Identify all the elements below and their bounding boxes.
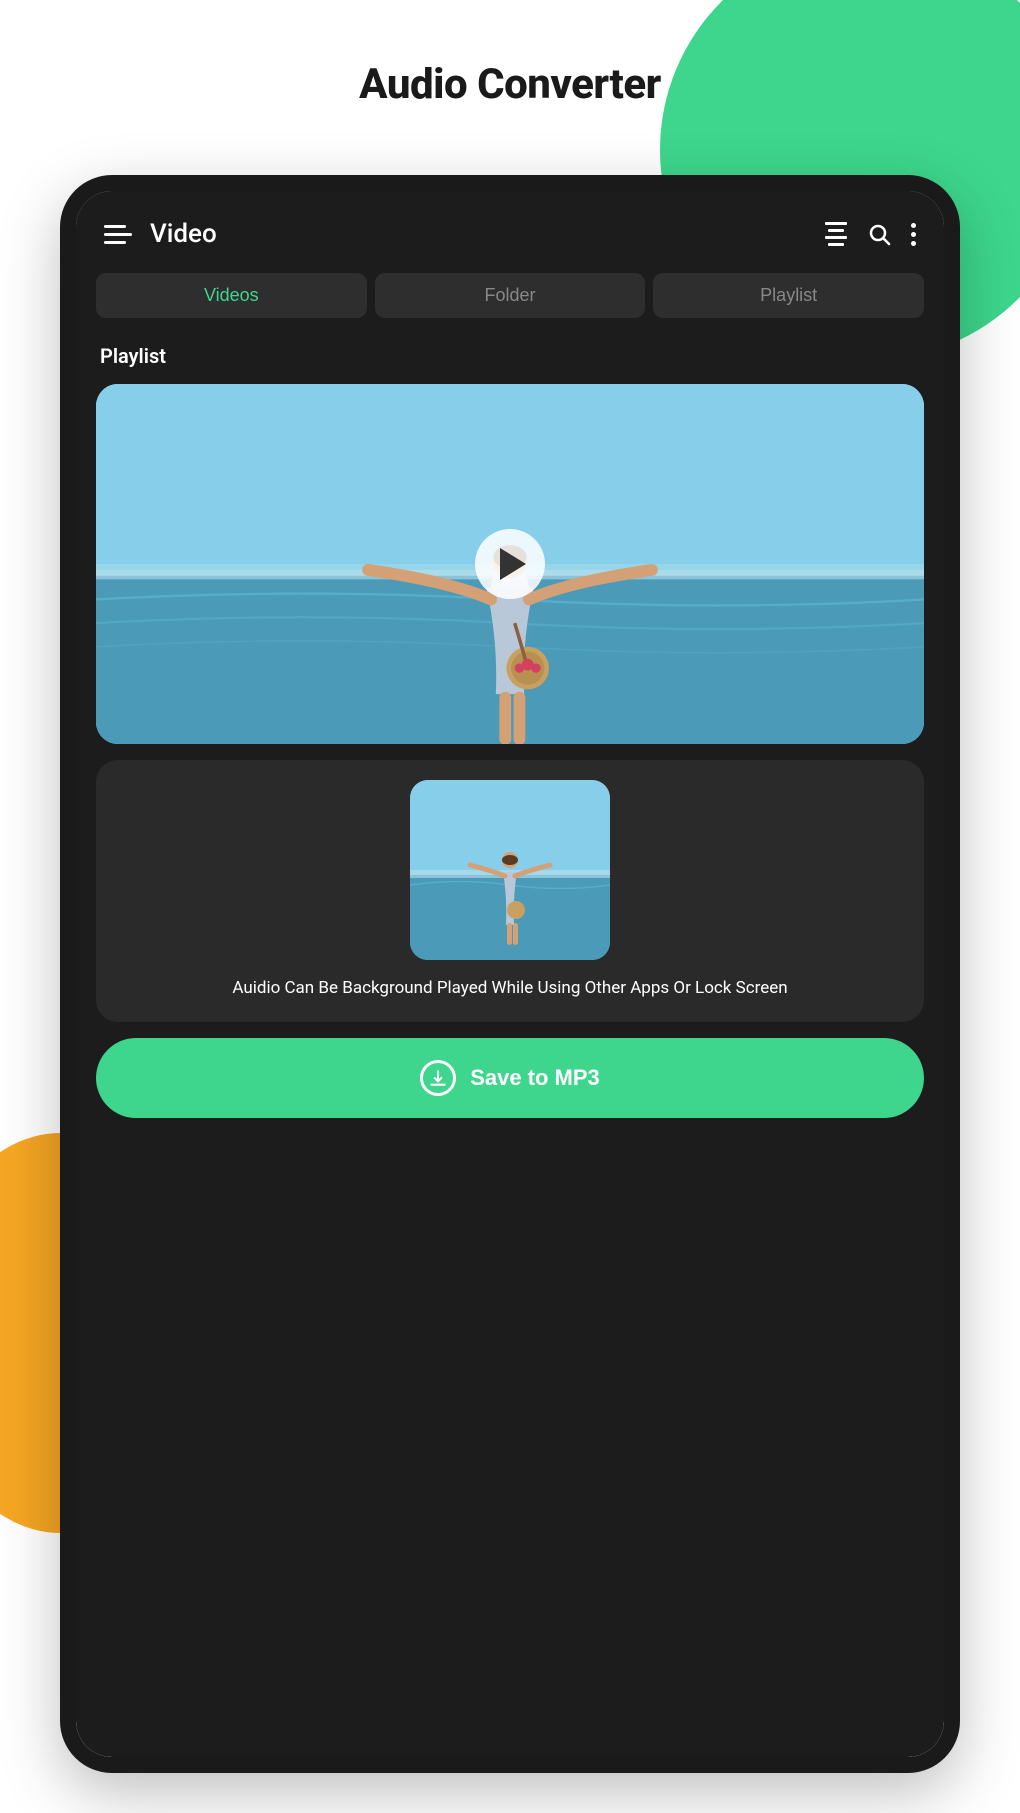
page-title: Audio Converter [0, 60, 1020, 109]
sort-icon[interactable] [825, 222, 847, 246]
more-options-icon[interactable] [911, 223, 916, 246]
search-icon[interactable] [867, 222, 891, 246]
app-title: Video [150, 219, 217, 249]
main-video-thumbnail [96, 384, 924, 744]
tabs-container: Videos Folder Playlist [76, 265, 944, 334]
tab-playlist[interactable]: Playlist [653, 273, 924, 318]
save-to-mp3-button[interactable]: Save to MP3 [96, 1038, 924, 1118]
phone-inner: Video [76, 191, 944, 1757]
section-label: Playlist [76, 334, 944, 384]
tab-videos[interactable]: Videos [96, 273, 367, 318]
save-btn-container: Save to MP3 [76, 1022, 944, 1142]
tab-folder[interactable]: Folder [375, 273, 646, 318]
top-bar: Video [76, 191, 944, 265]
play-button[interactable] [475, 529, 545, 599]
main-video-container[interactable] [96, 384, 924, 744]
second-video-thumbnail[interactable] [410, 780, 610, 960]
top-bar-right [825, 222, 916, 246]
hamburger-menu-icon[interactable] [104, 225, 132, 244]
second-video-description: Auidio Can Be Background Played While Us… [222, 976, 797, 1002]
second-video-section: Auidio Can Be Background Played While Us… [96, 760, 924, 1022]
app-screen: Video [76, 191, 944, 1757]
phone-frame: Video [60, 175, 960, 1773]
save-button-label: Save to MP3 [470, 1065, 600, 1091]
play-triangle-icon [500, 548, 526, 580]
save-icon [420, 1060, 456, 1096]
top-bar-left: Video [104, 219, 217, 249]
